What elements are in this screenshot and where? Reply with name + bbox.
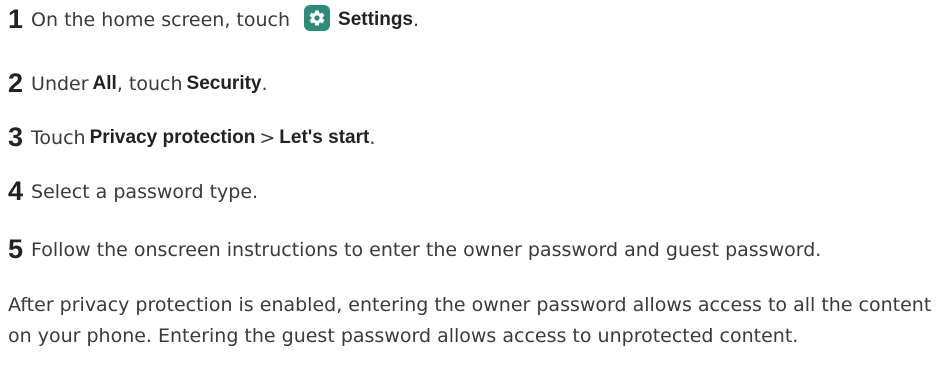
privacy-protection-label: Privacy protection: [89, 126, 256, 148]
step-punct: .: [413, 8, 420, 31]
step-punct: .: [261, 72, 268, 95]
step-text: Touch: [31, 126, 86, 149]
step-3: 3 Touch Privacy protection > Let's start…: [8, 122, 375, 153]
all-label: All: [92, 72, 117, 94]
step-punct: .: [369, 126, 376, 149]
step-text-mid: , touch: [116, 72, 183, 95]
security-label: Security: [186, 72, 262, 94]
step-2: 2 Under All , touch Security .: [8, 68, 268, 99]
step-text: On the home screen, touch: [31, 8, 291, 31]
step-number: 4: [8, 176, 24, 206]
privacy-note-paragraph: After privacy protection is enabled, ent…: [8, 294, 932, 347]
settings-gear-icon: [304, 4, 331, 31]
settings-label: Settings: [338, 8, 413, 30]
step-number: 5: [8, 234, 24, 264]
step-text: Follow the onscreen instructions to ente…: [31, 238, 822, 261]
step-number: 3: [8, 122, 24, 152]
step-1: 1 On the home screen, touch Settings .: [8, 4, 419, 35]
step-number: 2: [8, 68, 24, 98]
step-text: Under: [31, 72, 89, 95]
step-4: 4 Select a password type.: [8, 176, 258, 207]
step-number: 1: [8, 4, 24, 34]
lets-start-label: Let's start: [279, 126, 370, 148]
separator: >: [259, 126, 276, 149]
step-5: 5 Follow the onscreen instructions to en…: [8, 234, 821, 265]
step-text: Select a password type.: [31, 180, 259, 203]
